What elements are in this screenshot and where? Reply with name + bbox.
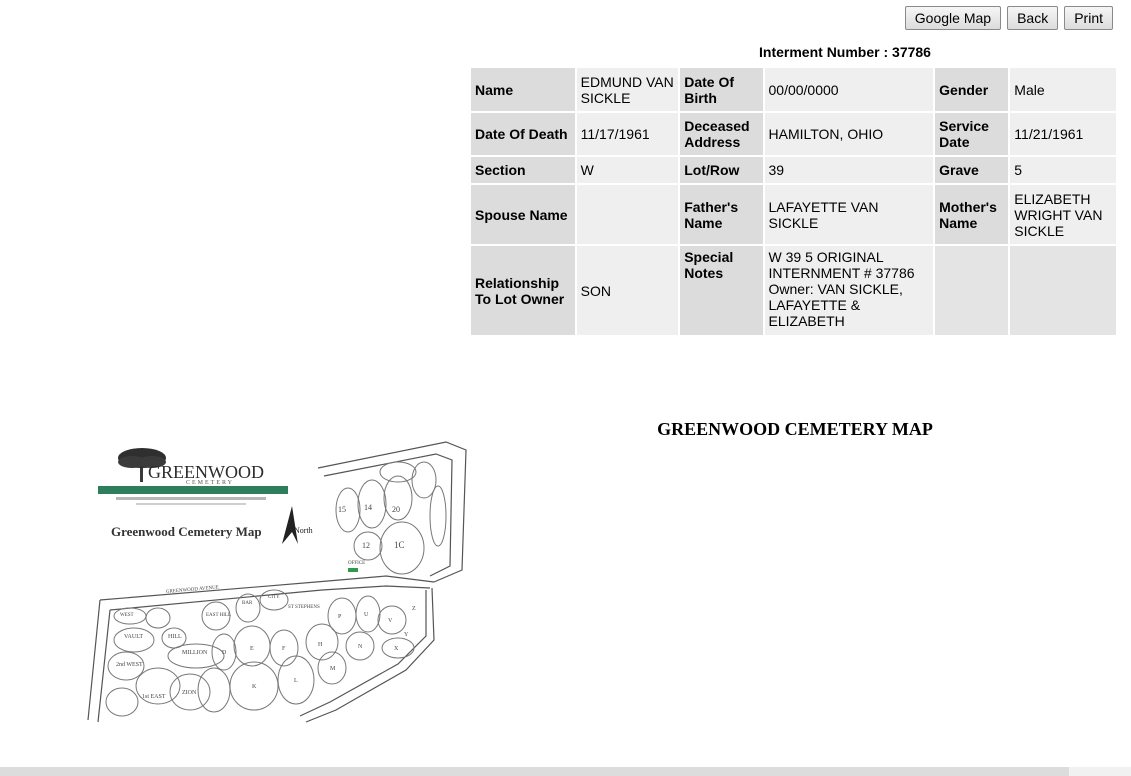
relationship-label: Relationship To Lot Owner: [471, 246, 575, 335]
address-label: Deceased Address: [680, 113, 763, 155]
grave-label: Grave: [935, 157, 1009, 183]
print-button[interactable]: Print: [1064, 6, 1113, 30]
grave-value: 5: [1010, 157, 1116, 183]
horizontal-scrollbar[interactable]: [0, 767, 1131, 776]
dob-label: Date Of Birth: [680, 68, 763, 111]
section-bar-label: BAR: [242, 601, 253, 606]
brand-name: GREENWOOD: [148, 462, 264, 482]
section-u-label: U: [364, 612, 369, 618]
section-15-label: 15: [338, 505, 346, 514]
section-1st-east-label: 1st EAST: [142, 694, 166, 700]
section-d-label: D: [222, 650, 227, 656]
father-label: Father's Name: [680, 185, 763, 244]
table-row: Relationship To Lot Owner SON Special No…: [471, 246, 1116, 335]
section-vault-label: VAULT: [124, 634, 143, 640]
section-k-label: K: [252, 684, 257, 690]
name-label: Name: [471, 68, 575, 111]
table-row: Date Of Death 11/17/1961 Deceased Addres…: [471, 113, 1116, 155]
section-z-label: Z: [412, 606, 416, 612]
table-row: Section W Lot/Row 39 Grave 5: [471, 157, 1116, 183]
gender-label: Gender: [935, 68, 1009, 111]
dod-value: 11/17/1961: [576, 113, 679, 155]
brand-bar: [98, 486, 288, 494]
lot-label: Lot/Row: [680, 157, 763, 183]
section-e-label: E: [250, 646, 254, 652]
cemetery-map-image[interactable]: GREENWOOD CEMETERY Greenwood Cemetery Ma…: [86, 440, 484, 725]
section-city-label: CITY: [268, 595, 280, 600]
location-marker: [348, 568, 358, 572]
spouse-value: [576, 185, 679, 244]
dod-label: Date Of Death: [471, 113, 575, 155]
dob-value: 00/00/0000: [764, 68, 934, 111]
special-notes-label: Special Notes: [680, 246, 763, 335]
section-y-label: Y: [404, 632, 409, 638]
section-m-label: M: [330, 666, 336, 672]
father-value: LAFAYETTE VAN SICKLE: [764, 185, 934, 244]
interment-number: Interment Number : 37786: [759, 44, 931, 60]
google-map-button[interactable]: Google Map: [904, 6, 1002, 30]
north-label: North: [294, 526, 313, 535]
table-row: Spouse Name Father's Name LAFAYETTE VAN …: [471, 185, 1116, 244]
spouse-label: Spouse Name: [471, 185, 575, 244]
empty-cell: [1010, 246, 1116, 335]
interment-record-table: Name EDMUND VAN SICKLE Date Of Birth 00/…: [469, 66, 1118, 337]
office-label: OFFICE: [348, 561, 365, 566]
section-v-label: V: [388, 618, 393, 624]
section-12-label: 12: [362, 541, 370, 550]
section-value: W: [576, 157, 679, 183]
service-date-label: Service Date: [935, 113, 1009, 155]
section-l-label: L: [294, 678, 298, 684]
section-h-label: H: [318, 642, 323, 648]
lot-value: 39: [764, 157, 934, 183]
mother-label: Mother's Name: [935, 185, 1009, 244]
service-date-value: 11/21/1961: [1010, 113, 1116, 155]
section-east-hill-label: EAST HILL: [206, 613, 231, 618]
scrollbar-thumb[interactable]: [1069, 767, 1131, 776]
brand-subtitle: CEMETERY: [186, 480, 234, 486]
section-west-label: WEST: [120, 613, 134, 618]
section-20-label: 20: [392, 505, 400, 514]
mother-value: ELIZABETH WRIGHT VAN SICKLE: [1010, 185, 1116, 244]
section-zion-label: ZION: [182, 690, 197, 696]
address-value: HAMILTON, OHIO: [764, 113, 934, 155]
gender-value: Male: [1010, 68, 1116, 111]
section-14-label: 14: [364, 503, 372, 512]
section-1c-label: 1C: [394, 540, 405, 550]
relationship-value: SON: [576, 246, 679, 335]
map-title: GREENWOOD CEMETERY MAP: [657, 419, 933, 439]
section-n-label: N: [358, 644, 363, 650]
empty-cell: [935, 246, 1009, 335]
section-label: Section: [471, 157, 575, 183]
map-caption: Greenwood Cemetery Map: [111, 524, 262, 539]
table-row: Name EDMUND VAN SICKLE Date Of Birth 00/…: [471, 68, 1116, 111]
section-st-stephens-label: ST STEPHENS: [288, 605, 320, 610]
section-x-label: X: [394, 646, 399, 652]
toolbar: Google Map Back Print: [904, 6, 1113, 30]
section-hill-label: HILL: [168, 634, 182, 640]
back-button[interactable]: Back: [1007, 6, 1059, 30]
section-million-label: MILLION: [182, 650, 208, 656]
special-notes-value: W 39 5 ORIGINAL INTERNMENT # 37786 Owner…: [764, 246, 934, 335]
section-2nd-west-label: 2nd WEST: [116, 662, 143, 668]
name-value: EDMUND VAN SICKLE: [576, 68, 679, 111]
